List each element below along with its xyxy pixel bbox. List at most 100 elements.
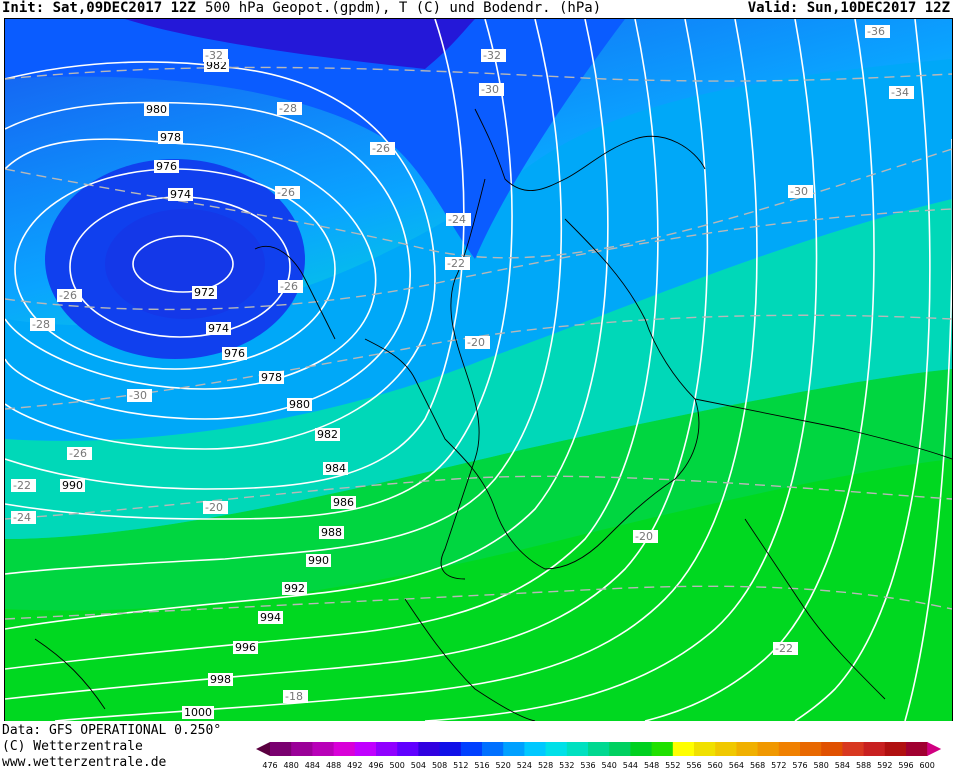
legend-tick-label: 524 <box>517 761 532 770</box>
legend-tick-label: 552 <box>665 761 680 770</box>
chart-header: Init: Sat,09DEC2017 12Z 500 hPa Geopot.(… <box>0 0 956 18</box>
legend-tick-label: 476 <box>262 761 277 770</box>
temperature-label: -26 <box>372 142 390 155</box>
pressure-label: 990 <box>62 479 83 492</box>
pressure-label: 992 <box>284 582 305 595</box>
chart-title: 500 hPa Geopot.(gpdm), T (C) und Bodendr… <box>205 0 602 16</box>
temperature-label: -32 <box>483 49 501 62</box>
legend-tick-label: 544 <box>623 761 638 770</box>
legend-cell <box>376 742 398 756</box>
valid-time: Valid: Sun,10DEC2017 12Z <box>747 0 950 16</box>
legend-tick-label: 600 <box>920 761 935 770</box>
temperature-label: -30 <box>481 83 499 96</box>
temperature-label: -36 <box>867 25 885 38</box>
legend-cell <box>736 742 759 756</box>
legend-cell <box>312 742 335 756</box>
temperature-label: -26 <box>59 289 77 302</box>
legend-cell <box>672 742 695 756</box>
temperature-label: -24 <box>13 511 31 524</box>
legend-tick-label: 496 <box>368 761 383 770</box>
legend-tick-label: 516 <box>474 761 489 770</box>
legend-cell <box>439 742 462 756</box>
temperature-label: -30 <box>790 185 808 198</box>
temperature-label: -20 <box>205 501 223 514</box>
pressure-label: 986 <box>333 496 354 509</box>
legend-cell <box>270 742 292 756</box>
legend-cell <box>291 742 313 756</box>
legend-cell <box>906 742 928 756</box>
map-canvas: 9829809789769749729749769789809829849869… <box>5 19 952 721</box>
legend-tick-label: 504 <box>411 761 426 770</box>
legend-cell <box>715 742 737 756</box>
pressure-label: 996 <box>235 641 256 654</box>
legend-cell <box>651 742 674 756</box>
legend-cell <box>397 742 419 756</box>
legend-arrow-left <box>256 742 270 756</box>
legend-tick-label: 576 <box>792 761 807 770</box>
legend-cell <box>333 742 356 756</box>
pressure-label: 1000 <box>184 706 212 719</box>
legend-tick-label: 536 <box>580 761 595 770</box>
legend-tick-label: 512 <box>453 761 468 770</box>
legend-tick-label: 596 <box>898 761 913 770</box>
legend-tick-label: 508 <box>432 761 447 770</box>
temperature-label: -22 <box>447 257 465 270</box>
legend-tick-label: 492 <box>347 761 362 770</box>
legend-cell <box>418 742 441 756</box>
copyright: (C) Wetterzentrale <box>2 739 143 754</box>
legend-cell <box>588 742 610 756</box>
legend-tick-label: 584 <box>835 761 850 770</box>
init-time: Init: Sat,09DEC2017 12Z <box>2 0 196 16</box>
weather-map: 982 980 978 976 974 972 974 976 978 980 982 984 986 9… <box>4 18 953 722</box>
legend-tick-label: 480 <box>284 761 299 770</box>
pressure-label: 976 <box>224 347 245 360</box>
website-link[interactable]: www.wetterzentrale.de <box>2 755 166 770</box>
temperature-label: -20 <box>635 530 653 543</box>
legend-bar: 476 480 484 488 492 496 500 504 508 512 516 520 524 5… <box>256 742 942 770</box>
legend-cell <box>503 742 525 756</box>
color-legend: 476 480 484 488 492 496 500 504 508 512 516 520 524 5… <box>256 742 956 770</box>
legend-cell <box>821 742 843 756</box>
legend-tick-label: 532 <box>559 761 574 770</box>
legend-cell <box>354 742 377 756</box>
temperature-label: -24 <box>448 213 466 226</box>
legend-cell <box>609 742 631 756</box>
temperature-label: -28 <box>32 318 50 331</box>
legend-tick-label: 592 <box>877 761 892 770</box>
data-source: Data: GFS OPERATIONAL 0.250° <box>2 723 222 738</box>
legend-tick-label: 488 <box>326 761 341 770</box>
legend-tick-label: 568 <box>750 761 765 770</box>
pressure-label: 980 <box>146 103 167 116</box>
legend-tick-label: 580 <box>814 761 829 770</box>
temperature-label: -26 <box>280 280 298 293</box>
pressure-label: 976 <box>156 160 177 173</box>
legend-tick-label: 528 <box>538 761 553 770</box>
legend-cell <box>524 742 547 756</box>
temperature-label: -32 <box>205 49 223 62</box>
legend-tick-label: 556 <box>686 761 701 770</box>
low-core-inner <box>105 209 265 319</box>
legend-tick-label: 540 <box>602 761 617 770</box>
pressure-label: 978 <box>160 131 181 144</box>
pressure-label: 984 <box>325 462 346 475</box>
pressure-label: 982 <box>317 428 338 441</box>
pressure-label: 994 <box>260 611 281 624</box>
temperature-label: -20 <box>467 336 485 349</box>
pressure-label: 978 <box>261 371 282 384</box>
temperature-label: -22 <box>13 479 31 492</box>
legend-cell <box>566 742 589 756</box>
legend-tick-label: 572 <box>771 761 786 770</box>
legend-tick-label: 560 <box>708 761 723 770</box>
temperature-label: -22 <box>775 642 793 655</box>
pressure-label: 998 <box>210 673 231 686</box>
legend-cell <box>482 742 504 756</box>
legend-tick-label: 500 <box>390 761 405 770</box>
temperature-label: -26 <box>69 447 87 460</box>
legend-cell <box>757 742 780 756</box>
pressure-label: 990 <box>308 554 329 567</box>
legend-tick-label: 548 <box>644 761 659 770</box>
pressure-label: 980 <box>289 398 310 411</box>
legend-tick-label: 484 <box>305 761 320 770</box>
legend-cell <box>694 742 716 756</box>
temperature-label: -28 <box>279 102 297 115</box>
